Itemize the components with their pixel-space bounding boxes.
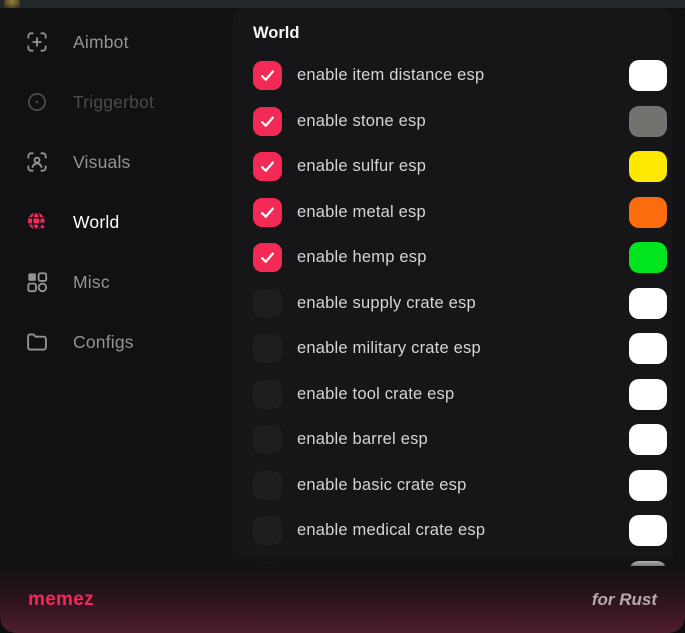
world-settings-panel: World enable item distance esp enable st… bbox=[233, 8, 673, 566]
esp-option-label: enable medical crate esp bbox=[297, 521, 485, 540]
esp-option-label: enable barrel esp bbox=[297, 430, 428, 449]
triggerbot-target-icon bbox=[24, 89, 50, 115]
esp-option-label: enable item distance esp bbox=[297, 66, 484, 85]
esp-checkbox[interactable] bbox=[253, 243, 282, 272]
sidebar-item-label: Misc bbox=[73, 272, 110, 293]
esp-option-row: enable tool crate esp bbox=[253, 372, 667, 418]
esp-option-row: enable medical crate esp bbox=[253, 508, 667, 554]
esp-color-swatch[interactable] bbox=[629, 197, 667, 228]
esp-option-row: enable supply crate esp bbox=[253, 281, 667, 327]
esp-option-row: enable metal esp bbox=[253, 190, 667, 236]
panel-title: World bbox=[253, 20, 667, 53]
product-tagline: for Rust bbox=[592, 590, 657, 610]
checkmark-icon bbox=[259, 113, 276, 130]
esp-checkbox[interactable] bbox=[253, 107, 282, 136]
game-background-strip bbox=[0, 0, 685, 8]
sidebar-item-label: World bbox=[73, 212, 119, 233]
cheat-menu-window: Aimbot Triggerbot Visuals bbox=[0, 8, 685, 633]
sidebar-item-configs[interactable]: Configs bbox=[0, 312, 233, 372]
esp-checkbox[interactable] bbox=[253, 198, 282, 227]
esp-color-swatch[interactable] bbox=[629, 515, 667, 546]
sidebar-item-label: Configs bbox=[73, 332, 134, 353]
esp-option-row: enable item distance esp bbox=[253, 53, 667, 99]
esp-color-swatch[interactable] bbox=[629, 333, 667, 364]
esp-checkbox[interactable] bbox=[253, 380, 282, 409]
esp-option-row: enable barrel esp bbox=[253, 417, 667, 463]
sidebar-item-triggerbot[interactable]: Triggerbot bbox=[0, 72, 233, 132]
footer-bar: memez for Rust bbox=[0, 566, 685, 633]
esp-color-swatch[interactable] bbox=[629, 242, 667, 273]
esp-color-swatch[interactable] bbox=[629, 379, 667, 410]
esp-option-label: enable stone esp bbox=[297, 112, 426, 131]
esp-option-label: enable supply crate esp bbox=[297, 294, 476, 313]
sidebar-item-visuals[interactable]: Visuals bbox=[0, 132, 233, 192]
misc-grid-icon bbox=[24, 269, 50, 295]
esp-option-row: enable military crate esp bbox=[253, 326, 667, 372]
esp-checkbox[interactable] bbox=[253, 425, 282, 454]
esp-option-row: enable stone esp bbox=[253, 99, 667, 145]
esp-checkbox[interactable] bbox=[253, 334, 282, 363]
esp-option-label: enable basic crate esp bbox=[297, 476, 467, 495]
esp-option-row: enable hemp esp bbox=[253, 235, 667, 281]
esp-color-swatch[interactable] bbox=[629, 106, 667, 137]
esp-checkbox[interactable] bbox=[253, 471, 282, 500]
sidebar-item-misc[interactable]: Misc bbox=[0, 252, 233, 312]
esp-color-swatch[interactable] bbox=[629, 60, 667, 91]
esp-checkbox[interactable] bbox=[253, 152, 282, 181]
esp-option-label: enable sulfur esp bbox=[297, 157, 426, 176]
sidebar-item-label: Aimbot bbox=[73, 32, 129, 53]
checkmark-icon bbox=[259, 67, 276, 84]
esp-color-swatch[interactable] bbox=[629, 288, 667, 319]
sidebar-item-label: Visuals bbox=[73, 152, 131, 173]
esp-color-swatch[interactable] bbox=[629, 424, 667, 455]
esp-options-list: enable item distance esp enable stone es… bbox=[253, 53, 667, 566]
esp-color-swatch[interactable] bbox=[629, 470, 667, 501]
sidebar: Aimbot Triggerbot Visuals bbox=[0, 8, 233, 566]
esp-option-label: enable tool crate esp bbox=[297, 385, 454, 404]
esp-checkbox[interactable] bbox=[253, 61, 282, 90]
esp-color-swatch[interactable] bbox=[629, 151, 667, 182]
brand-name: memez bbox=[28, 589, 94, 611]
sidebar-item-aimbot[interactable]: Aimbot bbox=[0, 12, 233, 72]
background-artifact bbox=[4, 0, 20, 8]
esp-checkbox[interactable] bbox=[253, 516, 282, 545]
sidebar-item-label: Triggerbot bbox=[73, 92, 154, 113]
esp-option-row: enable sulfur esp bbox=[253, 144, 667, 190]
world-globe-icon bbox=[24, 209, 50, 235]
esp-option-label: enable military crate esp bbox=[297, 339, 481, 358]
configs-folder-icon bbox=[24, 329, 50, 355]
esp-option-row bbox=[253, 554, 667, 567]
esp-option-label: enable hemp esp bbox=[297, 248, 427, 267]
sidebar-item-world[interactable]: World bbox=[0, 192, 233, 252]
esp-checkbox[interactable] bbox=[253, 289, 282, 318]
esp-option-label: enable metal esp bbox=[297, 203, 426, 222]
visuals-person-scan-icon bbox=[24, 149, 50, 175]
checkmark-icon bbox=[259, 249, 276, 266]
esp-option-row: enable basic crate esp bbox=[253, 463, 667, 509]
checkmark-icon bbox=[259, 204, 276, 221]
aimbot-crosshair-icon bbox=[24, 29, 50, 55]
checkmark-icon bbox=[259, 158, 276, 175]
